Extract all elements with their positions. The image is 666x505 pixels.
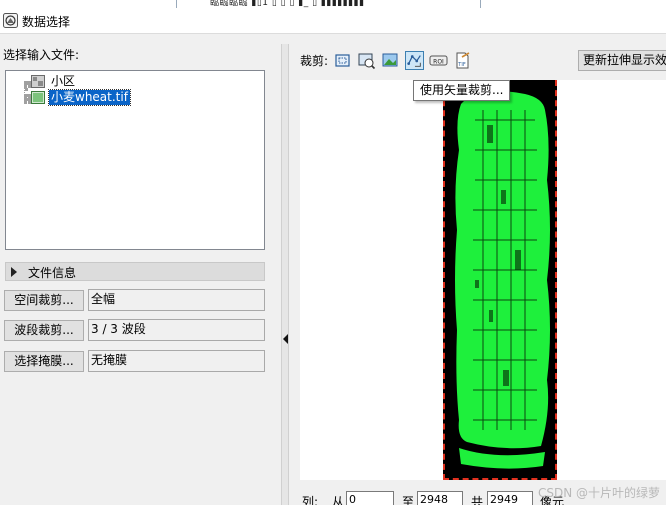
title-bar: 数据选择 xyxy=(0,8,666,34)
tree-item-wheat[interactable]: 小麦wheat.tif xyxy=(31,88,131,106)
file-tree[interactable]: 小区 小麦wheat.tif xyxy=(5,70,265,250)
svg-text:TIF: TIF xyxy=(457,62,466,68)
roi-crop-icon[interactable]: ROI xyxy=(429,51,448,70)
panel-splitter[interactable] xyxy=(281,44,289,505)
band-crop-value: 3 / 3 波段 xyxy=(88,319,265,341)
raster-file-icon xyxy=(31,74,45,88)
file-crop-icon[interactable]: TIF xyxy=(453,51,472,70)
window-title: 数据选择 xyxy=(22,15,71,29)
watermark: CSDN @十片叶的绿萝 xyxy=(537,486,660,500)
top-divider xyxy=(176,0,177,8)
tree-item-xiaoqu[interactable]: 小区 xyxy=(31,73,77,89)
image-crop-icon[interactable] xyxy=(381,51,400,70)
tree-connector xyxy=(24,81,31,85)
rect-crop-icon[interactable] xyxy=(333,51,352,70)
top-strip-text: 臨臨臨臨 ▮▯1 ▯ ▯ ▯ ▮_ ▯ ▮▮▮▮▮▮▮▮ xyxy=(210,0,365,8)
tree-connector xyxy=(24,97,31,101)
file-info-label: 文件信息 xyxy=(28,266,77,280)
raster-file-icon xyxy=(31,90,45,104)
column-label: 列: xyxy=(302,495,319,505)
to-input[interactable]: 2948 xyxy=(417,491,463,505)
app-icon xyxy=(3,13,18,28)
from-input[interactable]: 0 xyxy=(346,491,394,505)
crop-label: 裁剪: xyxy=(300,54,329,68)
vector-crop-icon[interactable] xyxy=(405,51,424,70)
refresh-stretch-button[interactable]: 更新拉伸显示效 xyxy=(578,50,666,71)
crop-region[interactable] xyxy=(443,80,557,480)
spatial-crop-button[interactable]: 空间裁剪... xyxy=(4,290,84,311)
spatial-crop-value: 全幅 xyxy=(88,289,265,311)
band-crop-button[interactable]: 波段裁剪... xyxy=(4,320,84,341)
total-input: 2949 xyxy=(487,491,533,505)
vector-crop-tooltip: 使用矢量裁剪... xyxy=(413,80,511,101)
wheat-raster-image xyxy=(455,91,550,469)
mask-value: 无掩膜 xyxy=(88,350,265,372)
top-strip: 臨臨臨臨 ▮▯1 ▯ ▯ ▯ ▮_ ▯ ▮▮▮▮▮▮▮▮ xyxy=(0,0,666,8)
expand-arrow-icon xyxy=(11,267,17,277)
total-label: 共 xyxy=(471,495,484,505)
from-label: 从 xyxy=(332,495,345,505)
mask-select-button[interactable]: 选择掩膜... xyxy=(4,351,84,372)
to-label: 至 xyxy=(402,495,415,505)
tree-item-label: 小麦wheat.tif xyxy=(48,88,131,106)
file-info-header[interactable]: 文件信息 xyxy=(5,262,265,281)
image-preview[interactable] xyxy=(300,80,666,480)
collapse-arrow-icon[interactable] xyxy=(283,334,288,344)
preview-crop-icon[interactable] xyxy=(357,51,376,70)
top-divider xyxy=(480,0,481,8)
input-file-label: 选择输入文件: xyxy=(3,48,80,62)
svg-text:ROI: ROI xyxy=(433,59,444,66)
tree-item-label: 小区 xyxy=(51,73,76,88)
